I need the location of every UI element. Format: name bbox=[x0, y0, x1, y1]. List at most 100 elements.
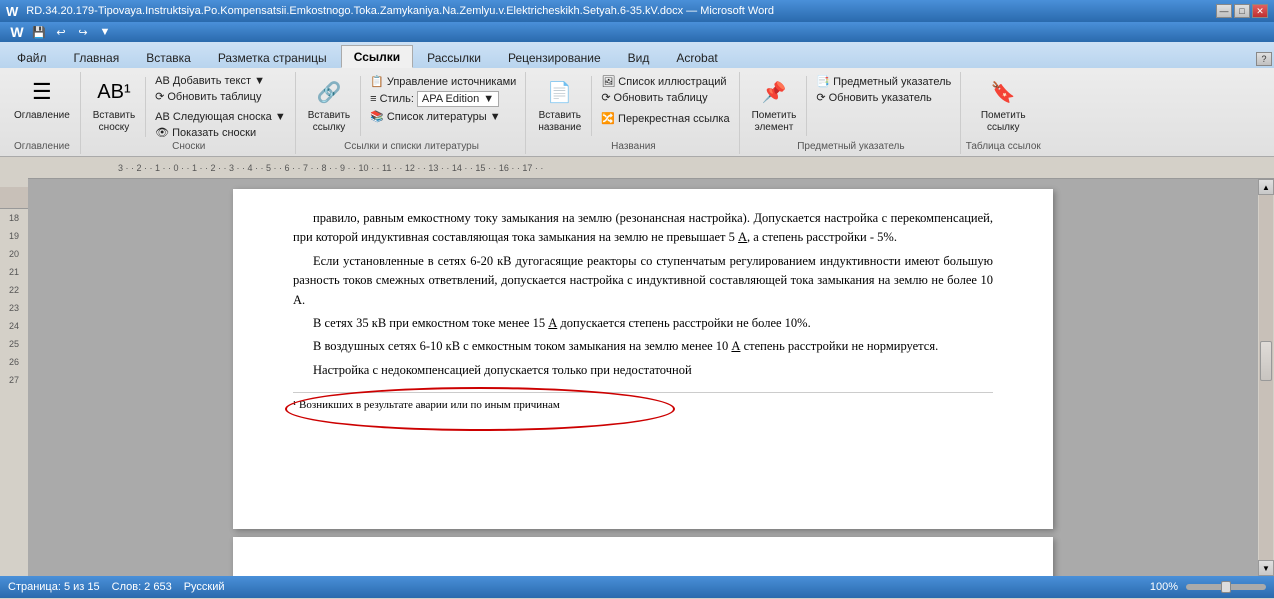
tab-references[interactable]: Ссылки bbox=[341, 45, 413, 68]
btn-illustrations-label: Список иллюстраций bbox=[618, 76, 726, 88]
para-5: Настройка с недокомпенсацией допускается… bbox=[293, 361, 993, 380]
group-snoски: AB¹ Вставитьсноску AB Добавить текст ▼ ⟳… bbox=[83, 72, 296, 154]
tab-view[interactable]: Вид bbox=[615, 46, 663, 68]
add-text-icon: AB bbox=[155, 75, 170, 87]
ssylki-col: 📋 Управление источниками ≡ Стиль: APA Ed… bbox=[367, 74, 519, 124]
style-icon: ≡ bbox=[370, 93, 376, 105]
tab-layout[interactable]: Разметка страницы bbox=[205, 46, 340, 68]
page-1: правило, равным емкостному току замыкани… bbox=[233, 189, 1053, 529]
update-index-icon: ⟳ bbox=[816, 91, 825, 104]
help-button[interactable]: ? bbox=[1256, 52, 1272, 66]
btn-next-footnote[interactable]: AB Следующая сноска ▼ bbox=[152, 110, 289, 124]
para-4: В воздушных сетях 6-10 кВ с емкостным то… bbox=[293, 337, 993, 356]
tab-home[interactable]: Главная bbox=[61, 46, 133, 68]
margin-19: 19 bbox=[9, 227, 19, 245]
nazvaniya-col: 🖼 Список иллюстраций ⟳ Обновить таблицу … bbox=[598, 74, 732, 126]
btn-insert-footnote[interactable]: AB¹ Вставитьсноску bbox=[89, 74, 139, 136]
btn-oglav[interactable]: ☰ Оглавление bbox=[10, 74, 74, 124]
group-tablicassylok-label: Таблица ссылок bbox=[963, 141, 1043, 152]
minimize-button[interactable]: — bbox=[1216, 4, 1232, 18]
btn-update-table[interactable]: ⟳ Обновить таблицу bbox=[152, 89, 289, 104]
btn-update-index[interactable]: ⟳ Обновить указатель bbox=[813, 90, 954, 105]
show-footnotes-icon: 👁 bbox=[155, 126, 169, 139]
btn-insert-caption[interactable]: 📄 Вставитьназвание bbox=[534, 74, 585, 136]
insert-link-icon: 🔗 bbox=[313, 76, 345, 108]
group-nazvaniya: 📄 Вставитьназвание 🖼 Список иллюстраций … bbox=[528, 72, 739, 154]
tab-insert[interactable]: Вставка bbox=[133, 46, 204, 68]
vertical-scrollbar: ▲ ▼ bbox=[1258, 179, 1274, 576]
left-margin: 18 19 20 21 22 23 24 25 26 27 bbox=[0, 157, 28, 576]
style-dropdown-value: APA Edition bbox=[422, 93, 479, 105]
mark-element-icon: 📌 bbox=[758, 76, 790, 108]
btn-oglav-label: Оглавление bbox=[14, 110, 70, 122]
btn-subject-index[interactable]: 📑 Предметный указатель bbox=[813, 74, 954, 89]
btn-illustrations-list[interactable]: 🖼 Список иллюстраций bbox=[598, 74, 732, 89]
btn-bibliography[interactable]: 📚 Список литературы ▼ bbox=[367, 109, 519, 124]
customize-icon[interactable]: ▼ bbox=[96, 24, 114, 40]
group-oglav: ☰ Оглавление Оглавление bbox=[4, 72, 81, 154]
zoom-level: 100% bbox=[1150, 581, 1178, 593]
group-oglav-label: Оглавление bbox=[4, 141, 80, 152]
para-1: правило, равным емкостному току замыкани… bbox=[293, 209, 993, 248]
scroll-down-button[interactable]: ▼ bbox=[1258, 560, 1274, 576]
title-bar-left: W RD.34.20.179-Tipovaya.Instruktsiya.Po.… bbox=[6, 4, 774, 19]
save-icon[interactable]: 💾 bbox=[30, 24, 48, 40]
btn-mark-element-label: Пометитьэлемент bbox=[752, 110, 797, 134]
update-table-icon: ⟳ bbox=[155, 90, 164, 103]
scroll-up-button[interactable]: ▲ bbox=[1258, 179, 1274, 195]
group-ssylki: 🔗 Вставитьссылку 📋 Управление источникам… bbox=[298, 72, 527, 154]
btn-add-text[interactable]: AB Добавить текст ▼ bbox=[152, 74, 289, 88]
btn-update-table2[interactable]: ⟳ Обновить таблицу bbox=[598, 90, 732, 105]
margin-23: 23 bbox=[9, 299, 19, 317]
word-logo: W bbox=[6, 4, 18, 19]
style-dropdown[interactable]: APA Edition ▼ bbox=[417, 91, 499, 107]
divider3 bbox=[591, 76, 592, 136]
group-snoски-label: Сноски bbox=[83, 141, 295, 152]
page-2 bbox=[233, 537, 1053, 576]
status-bar: Страница: 5 из 15 Слов: 2 653 Русский 10… bbox=[0, 576, 1274, 598]
para-2: Если установленные в сетях 6-20 кВ дугог… bbox=[293, 252, 993, 310]
margin-27: 27 bbox=[9, 371, 19, 389]
divider2 bbox=[360, 76, 361, 136]
document-area: 18 19 20 21 22 23 24 25 26 27 3 · · 2 · … bbox=[0, 157, 1274, 576]
btn-cross-ref[interactable]: 🔀 Перекрестная ссылка bbox=[598, 111, 732, 126]
divider1 bbox=[145, 77, 146, 137]
group-predmetniy-label: Предметный указатель bbox=[742, 141, 961, 152]
margin-24: 24 bbox=[9, 317, 19, 335]
ruler-area: 3 · · 2 · · 1 · · 0 · · 1 · · 2 · · 3 · … bbox=[28, 157, 1274, 576]
page-text[interactable]: правило, равным емкостному току замыкани… bbox=[293, 209, 993, 380]
scroll-thumb[interactable] bbox=[1260, 341, 1272, 381]
btn-manage-sources[interactable]: 📋 Управление источниками bbox=[367, 74, 519, 89]
scroll-track[interactable] bbox=[1259, 195, 1273, 560]
margin-25: 25 bbox=[9, 335, 19, 353]
title-bar: W RD.34.20.179-Tipovaya.Instruktsiya.Po.… bbox=[0, 0, 1274, 22]
zoom-slider[interactable] bbox=[1186, 584, 1266, 590]
redo-icon[interactable]: ↪ bbox=[74, 24, 92, 40]
btn-update-table-label: Обновить таблицу bbox=[167, 91, 261, 103]
update-table2-icon: ⟳ bbox=[601, 91, 610, 104]
btn-mark-element[interactable]: 📌 Пометитьэлемент bbox=[748, 74, 801, 136]
horizontal-ruler: 3 · · 2 · · 1 · · 0 · · 1 · · 2 · · 3 · … bbox=[28, 157, 1274, 179]
divider4 bbox=[806, 76, 807, 136]
tab-review[interactable]: Рецензирование bbox=[495, 46, 614, 68]
tab-acrobat[interactable]: Acrobat bbox=[663, 46, 730, 68]
word-icon: W bbox=[8, 24, 26, 40]
close-button[interactable]: ✕ bbox=[1252, 4, 1268, 18]
caption-icon: 📄 bbox=[544, 76, 576, 108]
quick-access-toolbar: W 💾 ↩ ↪ ▼ bbox=[0, 22, 1274, 42]
btn-bibliography-label: Список литературы ▼ bbox=[387, 111, 501, 123]
btn-insert-link[interactable]: 🔗 Вставитьссылку bbox=[304, 74, 354, 136]
word-count: Слов: 2 653 bbox=[112, 581, 172, 593]
status-right: 100% bbox=[1150, 581, 1266, 593]
tab-mailings[interactable]: Рассылки bbox=[414, 46, 494, 68]
ribbon-content: ☰ Оглавление Оглавление AB¹ Вставитьснос… bbox=[0, 68, 1274, 156]
style-dropdown-arrow: ▼ bbox=[483, 93, 494, 105]
btn-style[interactable]: ≡ Стиль: APA Edition ▼ bbox=[367, 90, 519, 108]
undo-icon[interactable]: ↩ bbox=[52, 24, 70, 40]
btn-mark-link[interactable]: 🔖 Пометитьссылку bbox=[977, 74, 1030, 136]
tab-file[interactable]: Файл bbox=[4, 46, 60, 68]
btn-show-footnotes[interactable]: 👁 Показать сноски bbox=[152, 125, 289, 140]
snoски-col: AB Добавить текст ▼ ⟳ Обновить таблицу A… bbox=[152, 74, 289, 140]
maximize-button[interactable]: □ bbox=[1234, 4, 1250, 18]
group-predmetniy: 📌 Пометитьэлемент 📑 Предметный указатель… bbox=[742, 72, 962, 154]
